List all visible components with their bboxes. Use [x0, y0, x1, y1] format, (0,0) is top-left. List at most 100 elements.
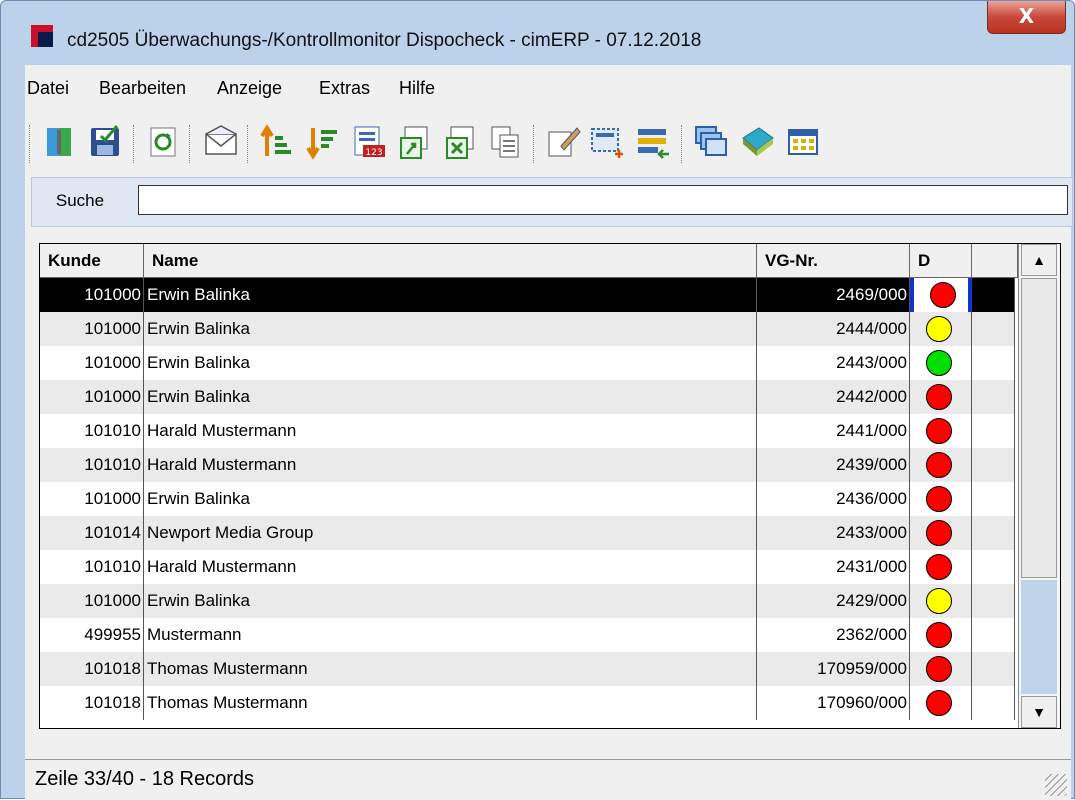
- cell-vg-nr[interactable]: 2362/000: [757, 618, 910, 652]
- cell-kunde[interactable]: 101014: [40, 516, 144, 550]
- scroll-down-icon[interactable]: ▼: [1021, 696, 1057, 728]
- cell-status[interactable]: [910, 346, 972, 380]
- search-input[interactable]: [138, 185, 1068, 215]
- cell-vg-nr[interactable]: 2433/000: [757, 516, 910, 550]
- cell-name[interactable]: Newport Media Group: [144, 516, 757, 550]
- cell-empty[interactable]: [972, 550, 1015, 584]
- cell-status[interactable]: [910, 618, 972, 652]
- cell-name[interactable]: Erwin Balinka: [144, 584, 757, 618]
- title-bar[interactable]: cd2505 Überwachungs-/Kontrollmonitor Dis…: [1, 1, 1074, 63]
- menu-anzeige[interactable]: Anzeige: [217, 78, 282, 99]
- cell-name[interactable]: Erwin Balinka: [144, 312, 757, 346]
- cell-kunde[interactable]: 101018: [40, 652, 144, 686]
- menu-bearbeiten[interactable]: Bearbeiten: [99, 78, 186, 99]
- cell-name[interactable]: Erwin Balinka: [144, 278, 757, 312]
- cell-name[interactable]: Harald Mustermann: [144, 414, 757, 448]
- close-button[interactable]: X: [987, 1, 1066, 34]
- header-d[interactable]: D: [910, 244, 972, 278]
- sort-descending-icon[interactable]: [303, 121, 343, 163]
- cell-empty[interactable]: [972, 448, 1015, 482]
- cell-kunde[interactable]: 101018: [40, 686, 144, 720]
- envelope-icon[interactable]: [201, 121, 241, 163]
- table-row[interactable]: 101000 Erwin Balinka 2429/000: [40, 584, 1015, 618]
- table-row[interactable]: 101018 Thomas Mustermann 170959/000: [40, 652, 1015, 686]
- cell-status[interactable]: [910, 448, 972, 482]
- menu-datei[interactable]: Datei: [27, 78, 69, 99]
- cell-kunde[interactable]: 101010: [40, 448, 144, 482]
- export-icon[interactable]: [395, 121, 435, 163]
- table-row[interactable]: 101000 Erwin Balinka 2442/000: [40, 380, 1015, 414]
- numbering-icon[interactable]: 123: [349, 121, 389, 163]
- table-row[interactable]: 101010 Harald Mustermann 2441/000: [40, 414, 1015, 448]
- table-row[interactable]: 101000 Erwin Balinka 2444/000: [40, 312, 1015, 346]
- cell-vg-nr[interactable]: 2444/000: [757, 312, 910, 346]
- scroll-track[interactable]: [1021, 580, 1057, 694]
- exit-icon[interactable]: [41, 121, 81, 163]
- cell-name[interactable]: Thomas Mustermann: [144, 652, 757, 686]
- header-name[interactable]: Name: [144, 244, 757, 278]
- vertical-scrollbar[interactable]: ▲ ▼: [1018, 244, 1060, 728]
- table-row[interactable]: 101000 Erwin Balinka 2469/000: [40, 278, 1015, 312]
- cell-kunde[interactable]: 101000: [40, 584, 144, 618]
- cell-status[interactable]: [910, 482, 972, 516]
- book-icon[interactable]: [737, 121, 777, 163]
- cell-status[interactable]: [910, 278, 972, 312]
- cell-vg-nr[interactable]: 2429/000: [757, 584, 910, 618]
- resize-grip-icon[interactable]: [1045, 774, 1067, 796]
- cell-kunde[interactable]: 101000: [40, 380, 144, 414]
- cell-status[interactable]: [910, 550, 972, 584]
- cell-empty[interactable]: [972, 346, 1015, 380]
- cell-vg-nr[interactable]: 2469/000: [757, 278, 910, 312]
- cell-vg-nr[interactable]: 2436/000: [757, 482, 910, 516]
- save-icon[interactable]: [85, 121, 125, 163]
- cell-name[interactable]: Erwin Balinka: [144, 346, 757, 380]
- cell-vg-nr[interactable]: 170959/000: [757, 652, 910, 686]
- cell-empty[interactable]: [972, 618, 1015, 652]
- cell-empty[interactable]: [972, 278, 1015, 312]
- cell-vg-nr[interactable]: 2431/000: [757, 550, 910, 584]
- header-kunde[interactable]: Kunde: [40, 244, 144, 278]
- cell-status[interactable]: [910, 584, 972, 618]
- cell-status[interactable]: [910, 312, 972, 346]
- refresh-icon[interactable]: [143, 121, 183, 163]
- cell-kunde[interactable]: 101000: [40, 312, 144, 346]
- copy-icon[interactable]: [485, 121, 525, 163]
- cell-name[interactable]: Harald Mustermann: [144, 448, 757, 482]
- new-selection-icon[interactable]: [587, 121, 627, 163]
- menu-extras[interactable]: Extras: [319, 78, 370, 99]
- table-row[interactable]: 101000 Erwin Balinka 2436/000: [40, 482, 1015, 516]
- cell-vg-nr[interactable]: 2441/000: [757, 414, 910, 448]
- cell-vg-nr[interactable]: 2442/000: [757, 380, 910, 414]
- cell-empty[interactable]: [972, 312, 1015, 346]
- cell-name[interactable]: Erwin Balinka: [144, 380, 757, 414]
- edit-icon[interactable]: [543, 121, 583, 163]
- cell-name[interactable]: Erwin Balinka: [144, 482, 757, 516]
- table-row[interactable]: 101000 Erwin Balinka 2443/000: [40, 346, 1015, 380]
- cell-empty[interactable]: [972, 380, 1015, 414]
- cell-empty[interactable]: [972, 652, 1015, 686]
- cell-vg-nr[interactable]: 2439/000: [757, 448, 910, 482]
- header-vg-nr[interactable]: VG-Nr.: [757, 244, 910, 278]
- scroll-thumb[interactable]: [1021, 278, 1057, 578]
- cell-empty[interactable]: [972, 482, 1015, 516]
- cell-kunde[interactable]: 101010: [40, 550, 144, 584]
- cell-kunde[interactable]: 101010: [40, 414, 144, 448]
- sort-ascending-icon[interactable]: [257, 121, 297, 163]
- cell-kunde[interactable]: 499955: [40, 618, 144, 652]
- table-row[interactable]: 101018 Thomas Mustermann 170960/000: [40, 686, 1015, 720]
- cell-status[interactable]: [910, 414, 972, 448]
- cell-kunde[interactable]: 101000: [40, 278, 144, 312]
- cell-empty[interactable]: [972, 584, 1015, 618]
- table-row[interactable]: 499955 Mustermann 2362/000: [40, 618, 1015, 652]
- menu-hilfe[interactable]: Hilfe: [399, 78, 435, 99]
- cell-vg-nr[interactable]: 170960/000: [757, 686, 910, 720]
- cell-kunde[interactable]: 101000: [40, 346, 144, 380]
- windows-icon[interactable]: [691, 121, 731, 163]
- cell-status[interactable]: [910, 380, 972, 414]
- cell-empty[interactable]: [972, 414, 1015, 448]
- transfer-icon[interactable]: [633, 121, 673, 163]
- cell-status[interactable]: [910, 516, 972, 550]
- cell-empty[interactable]: [972, 686, 1015, 720]
- cell-name[interactable]: Harald Mustermann: [144, 550, 757, 584]
- cell-empty[interactable]: [972, 516, 1015, 550]
